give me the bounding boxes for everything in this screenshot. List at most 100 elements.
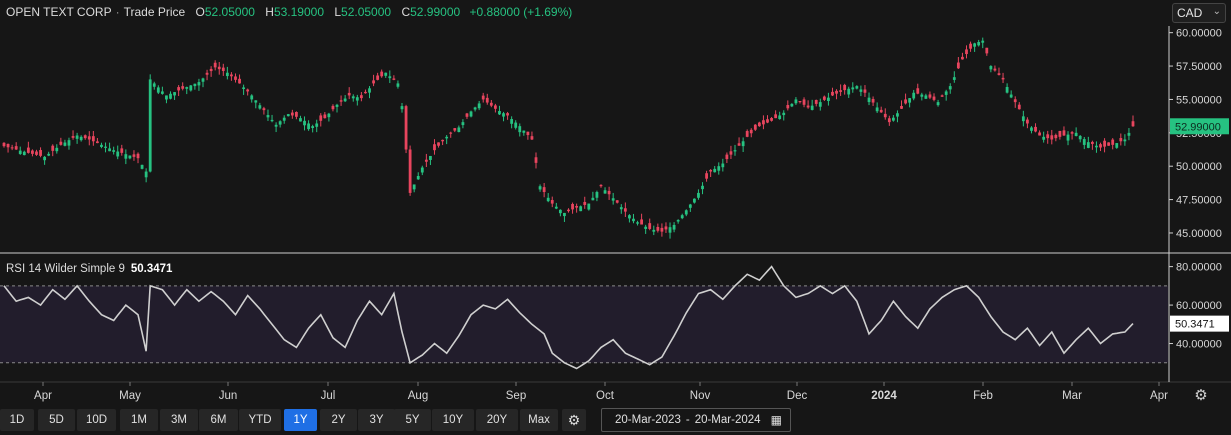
candle-body (969, 43, 972, 49)
range-button-2y[interactable]: 2Y (320, 409, 357, 431)
candle-body (152, 83, 156, 87)
candle-body (108, 148, 111, 152)
range-button-1m[interactable]: 1M (120, 409, 158, 431)
candle-body (522, 130, 526, 133)
candle-body (595, 192, 599, 198)
candle-body (278, 121, 282, 125)
candle-body (867, 97, 871, 103)
candle-body (652, 229, 656, 232)
chart-settings-icon[interactable]: ⚙ (1191, 386, 1211, 406)
candle-body (1119, 138, 1123, 142)
candle-body (705, 173, 708, 179)
candle-body (437, 142, 440, 146)
date-separator: - (685, 414, 690, 426)
price-tick-label: 50.00000 (1176, 161, 1222, 173)
candle-body (493, 105, 497, 109)
range-button-5y[interactable]: 5Y (394, 409, 431, 431)
date-to: 20-Mar-2024 (694, 414, 761, 426)
x-axis-label: 2024 (871, 390, 897, 402)
candle-body (457, 127, 461, 133)
candle-body (1107, 142, 1111, 146)
candle-body (400, 106, 404, 110)
candle-body (794, 99, 798, 104)
range-button-20y[interactable]: 20Y (476, 409, 518, 431)
candle-body (372, 80, 375, 84)
gear-icon[interactable]: ⚙ (562, 409, 586, 431)
candle-body (550, 200, 554, 204)
range-button-3m[interactable]: 3M (160, 409, 198, 431)
candle-body (948, 86, 952, 90)
currency-value: CAD (1177, 6, 1203, 20)
candle-body (311, 126, 315, 129)
low-value: 52.05000 (341, 5, 392, 19)
candle-body (498, 111, 501, 115)
candle-body (607, 190, 611, 195)
candle-body (778, 115, 782, 120)
x-axis-label: Mar (1062, 390, 1082, 402)
candle-body (717, 166, 721, 171)
candle-body (636, 222, 639, 224)
candle-body (753, 124, 757, 130)
candle-body (956, 62, 960, 69)
range-button-10d[interactable]: 10D (77, 409, 116, 431)
candle-body (912, 92, 916, 99)
candle-body (1103, 140, 1106, 147)
candle-body (749, 129, 753, 134)
candle-body (571, 203, 574, 210)
candle-body (307, 123, 310, 130)
candle-body (165, 95, 168, 100)
candle-body (855, 86, 859, 89)
candle-body (282, 117, 286, 121)
date-range-picker[interactable]: 20-Mar-2023-20-Mar-2024 ▦ (601, 408, 791, 432)
candle-body (87, 136, 91, 140)
range-button-10y[interactable]: 10Y (432, 409, 474, 431)
candle-body (709, 169, 713, 172)
range-button-max[interactable]: Max (520, 409, 558, 431)
range-button-1d[interactable]: 1D (0, 409, 34, 431)
candle-body (286, 114, 290, 117)
candle-body (920, 94, 924, 97)
rsi-tick-label: 60.00000 (1176, 300, 1222, 312)
price-chart[interactable]: 60.0000057.5000055.0000052.5000050.00000… (0, 0, 1231, 435)
x-axis-label: Apr (34, 390, 52, 402)
candle-body (169, 93, 172, 99)
candle-body (359, 95, 363, 99)
candle-body (1058, 130, 1062, 137)
candle-body (587, 203, 591, 210)
candle-body (477, 103, 481, 109)
range-button-6m[interactable]: 6M (199, 409, 238, 431)
candle-body (39, 150, 42, 156)
candle-body (835, 90, 838, 94)
range-button-5d[interactable]: 5D (38, 409, 75, 431)
candle-body (981, 40, 985, 43)
candle-body (985, 47, 989, 54)
candle-body (1115, 143, 1119, 148)
candle-body (197, 82, 201, 86)
x-axis-label: Feb (973, 390, 993, 402)
candle-body (766, 119, 769, 123)
candle-body (270, 119, 274, 122)
currency-select[interactable]: CAD ⌄ (1172, 3, 1226, 23)
candle-body (599, 184, 603, 187)
candle-body (672, 224, 676, 230)
candle-body (1082, 139, 1086, 145)
candle-body (433, 144, 436, 151)
candle-body (429, 155, 432, 160)
candle-body (818, 102, 822, 107)
candle-body (424, 159, 428, 162)
candle-body (71, 136, 75, 138)
candle-body (140, 164, 144, 169)
candle-body (1013, 99, 1017, 103)
candle-body (246, 89, 250, 92)
close-value: 52.99000 (410, 5, 461, 19)
candle-body (75, 135, 79, 139)
candle-body (924, 95, 928, 99)
candle-body (481, 95, 485, 100)
candle-body (213, 62, 217, 68)
last-price-label: 52.99000 (1175, 121, 1221, 133)
range-button-3y[interactable]: 3Y (358, 409, 395, 431)
candle-body (932, 96, 936, 100)
candle-body (1086, 142, 1090, 148)
range-button-ytd[interactable]: YTD (239, 409, 281, 431)
range-button-1y[interactable]: 1Y (284, 409, 317, 431)
